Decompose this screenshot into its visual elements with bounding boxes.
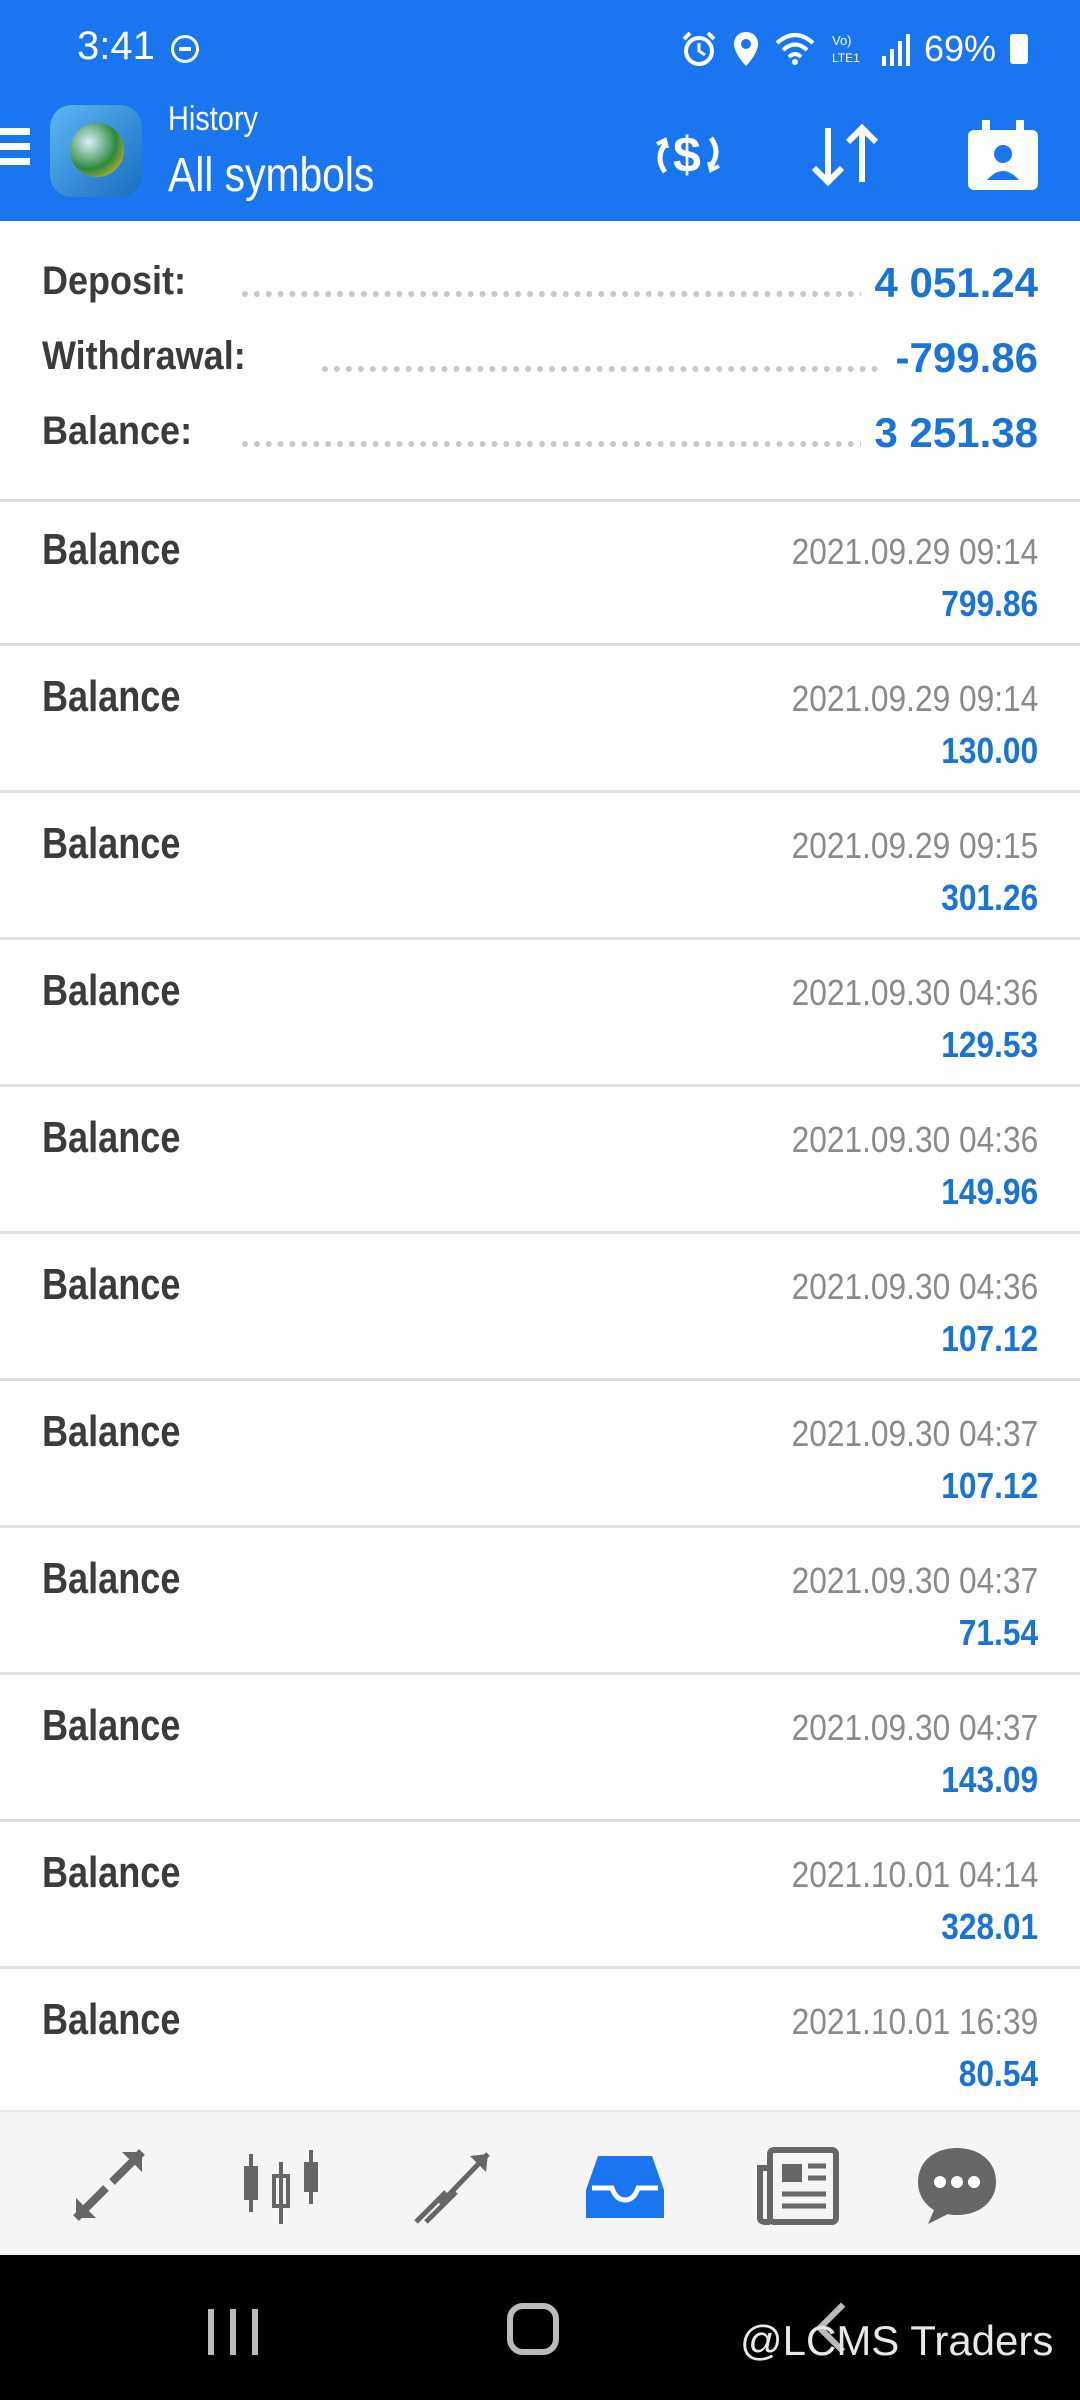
- signal-icon: [882, 34, 910, 66]
- deposit-value: 4 051.24: [860, 259, 1038, 307]
- chat-icon[interactable]: [914, 2142, 1000, 2228]
- trade-icon[interactable]: [410, 2142, 496, 2228]
- withdrawal-value: -799.86: [881, 334, 1038, 382]
- alarm-icon: [682, 31, 716, 66]
- entry-amount: 301.26: [941, 877, 1038, 918]
- status-bar: 3:41 Vo) LTE1 69%: [0, 0, 1080, 100]
- entry-amount: 143.09: [941, 1759, 1038, 1800]
- list-item[interactable]: Balance 2021.09.30 04:37 143.09: [0, 1675, 1080, 1822]
- entry-type: Balance: [42, 966, 181, 1015]
- entry-type: Balance: [42, 1701, 181, 1750]
- entry-date: 2021.09.30 04:36: [791, 1119, 1038, 1160]
- metatrader-logo: [50, 105, 142, 197]
- watermark: @LCMS Traders: [740, 2317, 1054, 2364]
- list-item[interactable]: Balance 2021.09.29 09:14 130.00: [0, 646, 1080, 793]
- battery-percent: 69%: [924, 28, 997, 69]
- list-item[interactable]: Balance 2021.09.29 09:15 301.26: [0, 793, 1080, 940]
- entry-date: 2021.10.01 16:39: [791, 2001, 1038, 2042]
- entry-amount: 149.96: [941, 1171, 1038, 1212]
- list-item[interactable]: Balance 2021.10.01 16:39 80.54: [0, 1969, 1080, 2116]
- list-item[interactable]: Balance 2021.09.30 04:37 107.12: [0, 1381, 1080, 1528]
- entry-date: 2021.09.29 09:15: [791, 825, 1038, 866]
- list-item[interactable]: Balance 2021.10.01 04:14 328.01: [0, 1822, 1080, 1969]
- entry-type: Balance: [42, 1848, 181, 1897]
- status-time: 3:41: [77, 24, 155, 68]
- svg-text:Vo): Vo): [832, 33, 852, 48]
- svg-text:LTE1: LTE1: [832, 51, 860, 65]
- entry-amount: 130.00: [941, 730, 1038, 771]
- entry-amount: 129.53: [941, 1024, 1038, 1065]
- balance-value: 3 251.38: [860, 409, 1038, 457]
- entry-date: 2021.09.30 04:36: [791, 1266, 1038, 1307]
- list-item[interactable]: Balance 2021.09.29 09:14 799.86: [0, 499, 1080, 646]
- list-item[interactable]: Balance 2021.09.30 04:36 129.53: [0, 940, 1080, 1087]
- entry-type: Balance: [42, 819, 181, 868]
- news-icon[interactable]: [756, 2142, 842, 2228]
- withdrawal-label: Withdrawal:: [42, 334, 259, 379]
- entry-type: Balance: [42, 1407, 181, 1456]
- bottom-tab-bar: [0, 2110, 1080, 2257]
- entry-date: 2021.10.01 04:14: [791, 1854, 1038, 1895]
- entry-type: Balance: [42, 1260, 181, 1309]
- home-button[interactable]: [507, 2303, 559, 2355]
- list-item[interactable]: Balance 2021.09.30 04:36 149.96: [0, 1087, 1080, 1234]
- entry-date: 2021.09.30 04:36: [791, 972, 1038, 1013]
- entry-amount: 328.01: [941, 1906, 1038, 1947]
- entry-amount: 799.86: [941, 583, 1038, 624]
- entry-type: Balance: [42, 1554, 181, 1603]
- entry-date: 2021.09.29 09:14: [791, 531, 1038, 572]
- deposit-label: Deposit:: [42, 259, 199, 304]
- history-list: Balance 2021.09.29 09:14 799.86 Balance 2021…: [0, 499, 1080, 2116]
- summary-panel: Deposit: 4 051.24 Withdrawal: -799.86 Ba…: [0, 221, 1080, 502]
- withdrawal-row: Withdrawal: -799.86: [42, 334, 1038, 394]
- history-icon[interactable]: [582, 2142, 668, 2228]
- chart-icon[interactable]: [238, 2142, 324, 2228]
- entry-date: 2021.09.30 04:37: [791, 1707, 1038, 1748]
- top-bar: 3:41 Vo) LTE1 69% History All symbols $: [0, 0, 1080, 221]
- entry-amount: 107.12: [941, 1465, 1038, 1506]
- symbol-filter[interactable]: All symbols: [168, 148, 374, 203]
- app-bar-subtitle: History: [168, 100, 258, 138]
- app-bar: History All symbols $: [0, 100, 1080, 221]
- entry-date: 2021.09.29 09:14: [791, 678, 1038, 719]
- balance-row: Balance: 3 251.38: [42, 409, 1038, 469]
- svg-text:$: $: [673, 127, 701, 183]
- system-nav-bar: @LCMS Traders: [0, 2255, 1080, 2400]
- balance-label: Balance:: [42, 409, 205, 454]
- calendar-contact-icon[interactable]: [962, 114, 1044, 196]
- entry-date: 2021.09.30 04:37: [791, 1413, 1038, 1454]
- entry-type: Balance: [42, 1995, 181, 2044]
- battery-icon: [1010, 34, 1029, 64]
- entry-type: Balance: [42, 1113, 181, 1162]
- entry-type: Balance: [42, 525, 181, 574]
- currency-exchange-icon[interactable]: $: [647, 114, 729, 196]
- entry-amount: 107.12: [941, 1318, 1038, 1359]
- quotes-icon[interactable]: [66, 2142, 152, 2228]
- entry-type: Balance: [42, 672, 181, 721]
- recents-button[interactable]: [208, 2309, 258, 2355]
- dnd-icon: [171, 35, 199, 63]
- location-icon: [734, 32, 758, 66]
- list-item[interactable]: Balance 2021.09.30 04:36 107.12: [0, 1234, 1080, 1381]
- wifi-icon: [775, 33, 815, 65]
- entry-amount: 71.54: [958, 1612, 1038, 1653]
- deposit-row: Deposit: 4 051.24: [42, 259, 1038, 319]
- entry-date: 2021.09.30 04:37: [791, 1560, 1038, 1601]
- volte-icon: Vo) LTE1: [832, 33, 860, 65]
- list-item[interactable]: Balance 2021.09.30 04:37 71.54: [0, 1528, 1080, 1675]
- entry-amount: 80.54: [958, 2053, 1038, 2094]
- menu-icon[interactable]: [0, 128, 30, 174]
- sort-icon[interactable]: [804, 114, 886, 196]
